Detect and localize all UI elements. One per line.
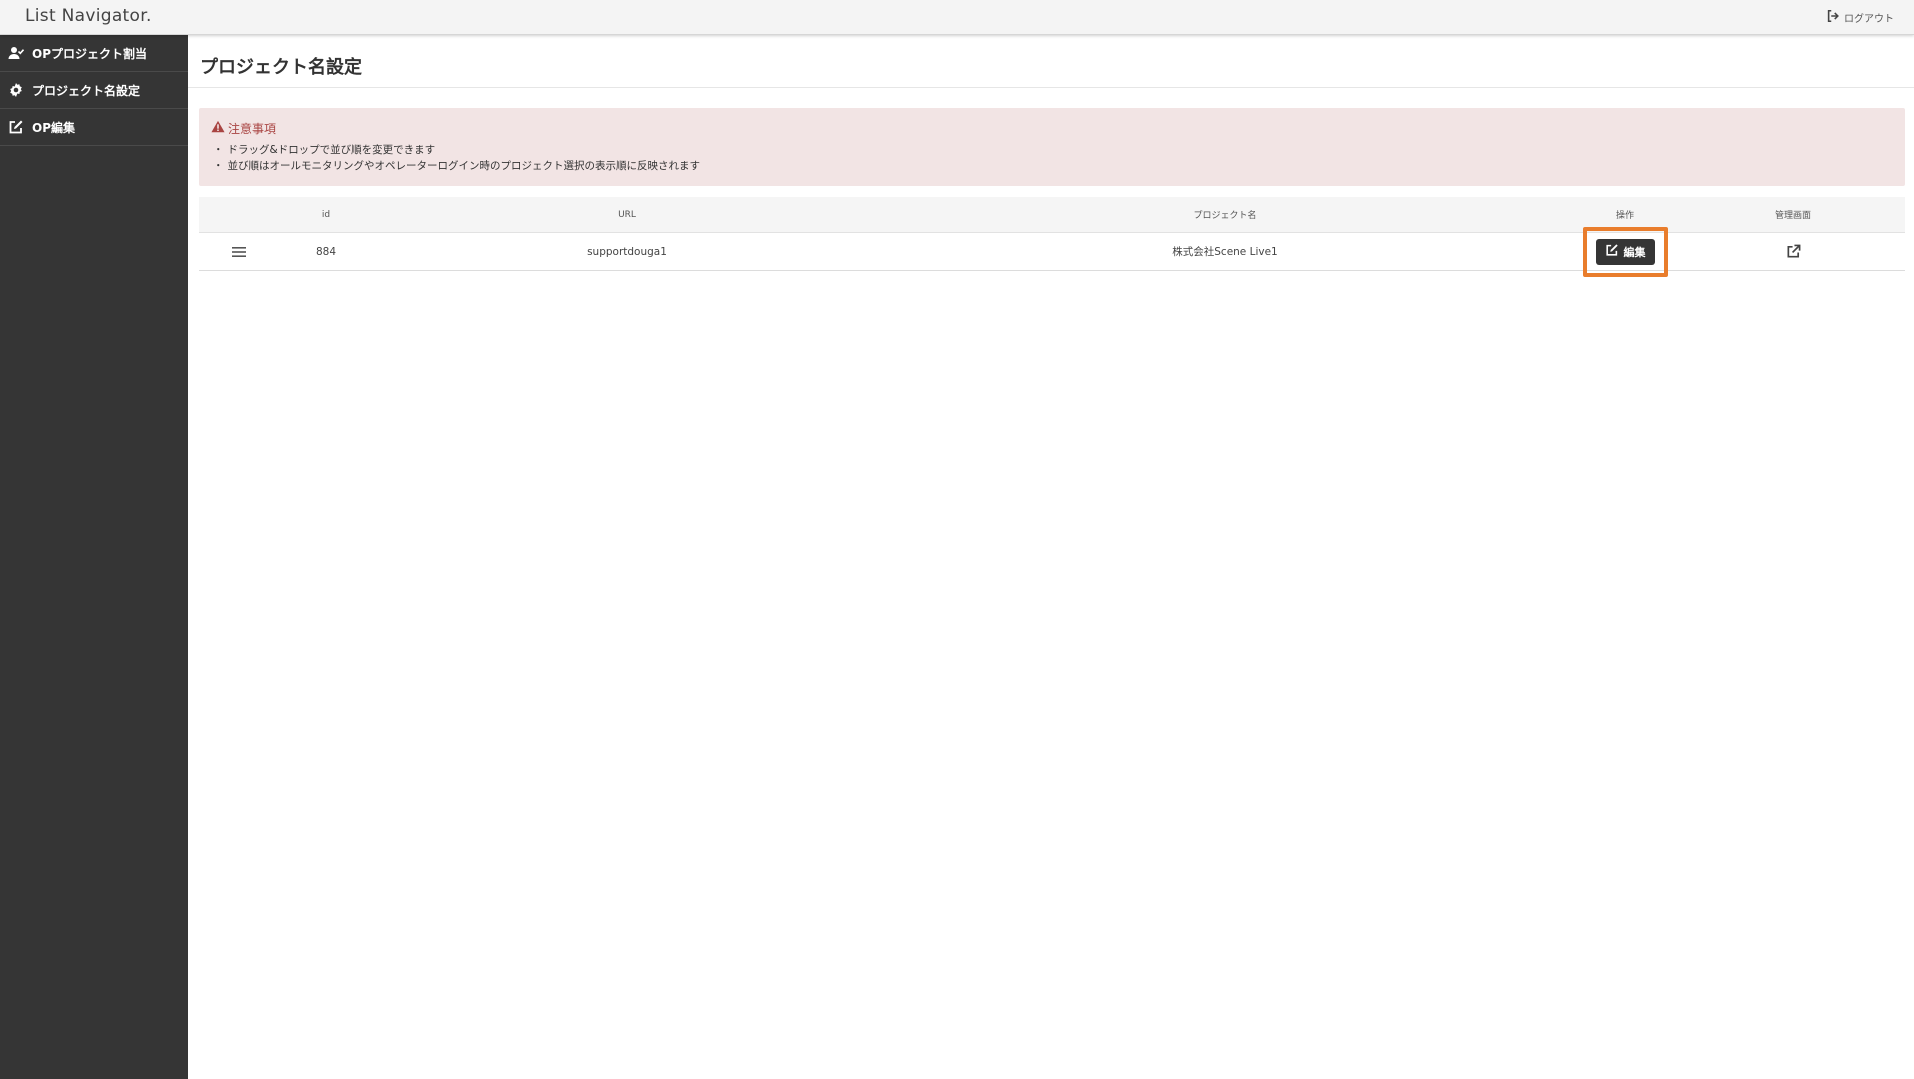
- notice-title: 注意事項: [228, 121, 277, 136]
- cell-project-name: 株式会社Scene Live1: [1172, 246, 1278, 258]
- gear-icon: [8, 82, 25, 99]
- header-handle: [199, 197, 279, 232]
- sidebar-item-label: プロジェクト名設定: [32, 83, 141, 98]
- page-title: プロジェクト名設定: [200, 57, 362, 78]
- warning-icon: [211, 120, 225, 136]
- edit-icon: [8, 119, 25, 136]
- divider: [188, 87, 1914, 88]
- notice-item: 並び順はオールモニタリングやオペレーターログイン時のプロジェクト選択の表示順に反…: [211, 158, 1893, 174]
- highlight-box: 編集: [1582, 226, 1668, 277]
- notice-heading: 注意事項: [211, 120, 1893, 136]
- sidebar-item-label: OPプロジェクト割当: [32, 46, 147, 61]
- cell-action: 編集: [1569, 226, 1681, 277]
- top-bar: List Navigator. ログアウト: [0, 0, 1914, 35]
- app-logo: List Navigator.: [25, 6, 152, 26]
- header-url: URL: [618, 209, 636, 220]
- logout-button[interactable]: ログアウト: [1826, 9, 1894, 25]
- notice-box: 注意事項 ドラッグ&ドロップで並び順を変更できます 並び順はオールモニタリングや…: [199, 108, 1905, 186]
- sidebar-item-project-name-settings[interactable]: プロジェクト名設定: [0, 72, 188, 109]
- edit-button-label: 編集: [1623, 245, 1646, 259]
- header-admin: 管理画面: [1774, 211, 1811, 221]
- project-table: id URL プロジェクト名 操作 管理画面 884 supportdouga1…: [199, 197, 1905, 277]
- logout-label: ログアウト: [1844, 13, 1894, 25]
- notice-list: ドラッグ&ドロップで並び順を変更できます 並び順はオールモニタリングやオペレータ…: [211, 142, 1893, 174]
- sidebar-item-label: OP編集: [32, 120, 75, 135]
- main-content: プロジェクト名設定 注意事項 ドラッグ&ドロップで並び順を変更できます 並び順は…: [188, 35, 1914, 1079]
- header-id: id: [321, 209, 331, 220]
- notice-item: ドラッグ&ドロップで並び順を変更できます: [211, 142, 1893, 158]
- cell-id: 884: [315, 245, 337, 258]
- sidebar-item-op-project-assign[interactable]: OPプロジェクト割当: [0, 35, 188, 72]
- user-check-icon: [8, 45, 25, 62]
- drag-handle-icon[interactable]: [199, 233, 279, 270]
- cell-url: supportdouga1: [587, 245, 667, 258]
- sidebar: OPプロジェクト割当 プロジェクト名設定 OP編集: [0, 35, 188, 1079]
- table-row[interactable]: 884 supportdouga1 株式会社Scene Live1 編集: [199, 226, 1905, 277]
- header-project-name: プロジェクト名: [1193, 211, 1257, 221]
- edit-button[interactable]: 編集: [1595, 238, 1655, 265]
- sign-out-icon: [1826, 9, 1840, 26]
- sidebar-item-op-edit[interactable]: OP編集: [0, 109, 188, 146]
- external-link-icon[interactable]: [1681, 233, 1905, 270]
- edit-icon: [1605, 243, 1619, 260]
